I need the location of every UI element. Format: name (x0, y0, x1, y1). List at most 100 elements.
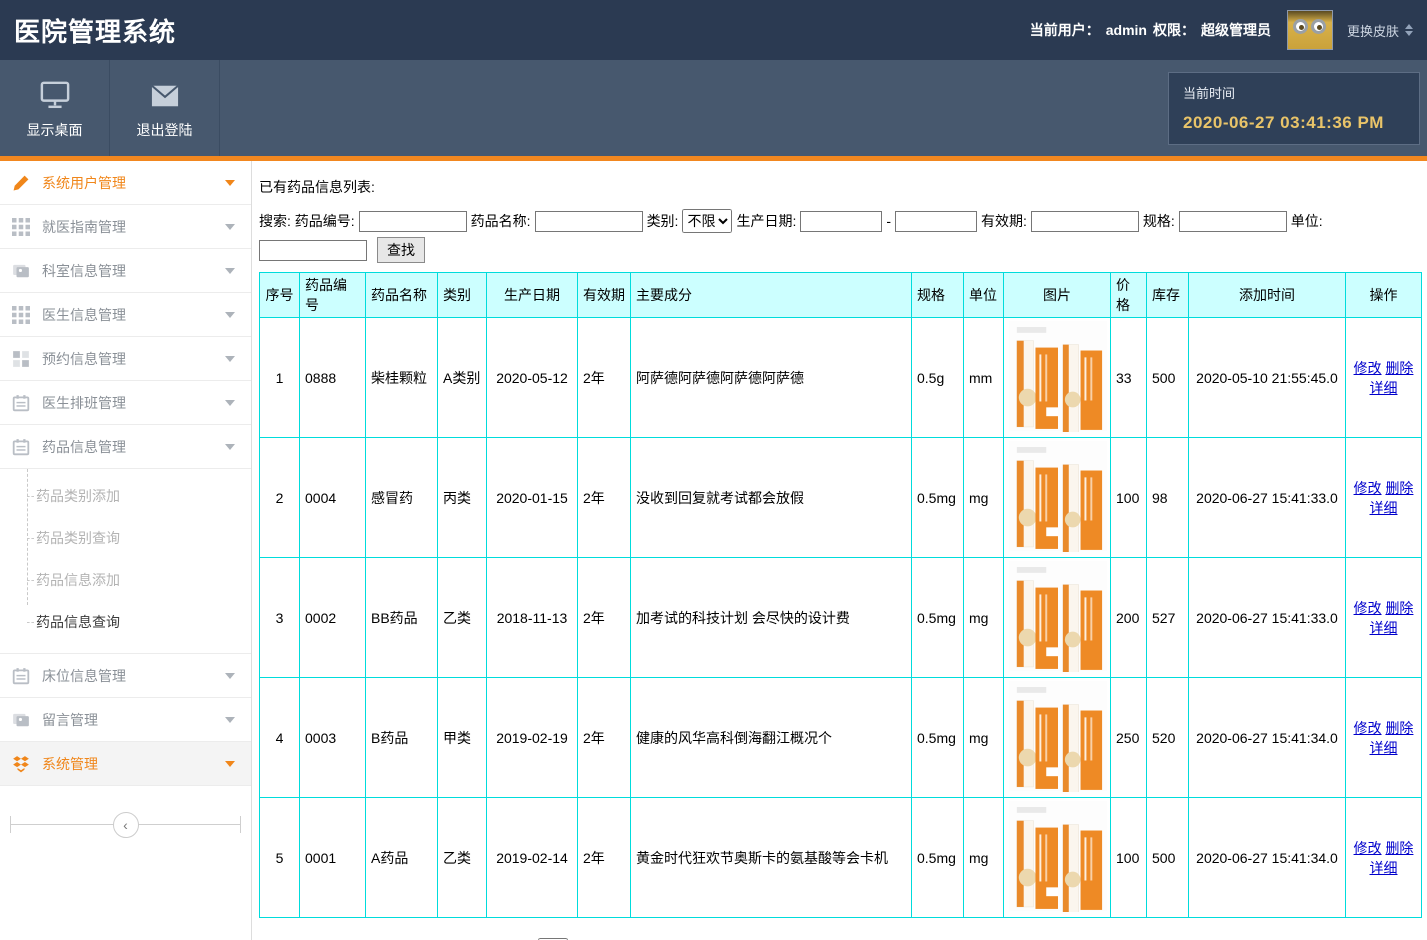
cell-name: A药品 (366, 798, 438, 918)
spec-label: 规格: (1143, 211, 1175, 231)
drug-photo-cell (1004, 678, 1111, 798)
cell-no: 5 (260, 798, 300, 918)
prod-date-to-input[interactable] (895, 211, 977, 232)
edit-link[interactable]: 修改 (1354, 600, 1382, 616)
sidebar-item-9[interactable]: 系统管理 (0, 742, 251, 786)
detail-link[interactable]: 详细 (1370, 860, 1398, 876)
edit-link[interactable]: 修改 (1354, 840, 1382, 856)
detail-link[interactable]: 详细 (1370, 500, 1398, 516)
category-select[interactable]: 不限 (682, 209, 732, 233)
sidebar-item-3[interactable]: 医生信息管理 (0, 293, 251, 337)
drug-name-label: 药品名称: (471, 211, 531, 231)
delete-link[interactable]: 删除 (1385, 840, 1413, 856)
sidebar: 系统用户管理就医指南管理科室信息管理医生信息管理预约信息管理医生排班管理药品信息… (0, 161, 252, 940)
sidebar-item-6[interactable]: 药品信息管理 (0, 425, 251, 469)
cell-unit: mg (964, 678, 1004, 798)
cell-added: 2020-06-27 15:41:34.0 (1189, 798, 1346, 918)
sidebar-item-4[interactable]: 预约信息管理 (0, 337, 251, 381)
chevron-down-icon (225, 717, 235, 723)
user-info: 当前用户：admin 权限：超级管理员 更换皮肤 (1030, 10, 1413, 50)
cell-prod_date: 2019-02-14 (487, 798, 578, 918)
cell-stock: 500 (1147, 798, 1189, 918)
cell-category: 甲类 (438, 678, 487, 798)
edit-link[interactable]: 修改 (1354, 720, 1382, 736)
show-desktop-button[interactable]: 显示桌面 (0, 60, 110, 156)
sidebar-subitem-3[interactable]: 药品信息查询 (0, 601, 251, 643)
chevron-down-icon (225, 761, 235, 767)
detail-link[interactable]: 详细 (1370, 380, 1398, 396)
drug-name-input[interactable] (535, 211, 643, 232)
time-value: 2020-06-27 03:41:36 PM (1183, 113, 1405, 133)
row-actions-cell: 修改 删除 详细 (1346, 318, 1422, 438)
sidebar-subitem-1[interactable]: 药品类别查询 (0, 517, 251, 559)
table-row: 20004感冒药丙类2020-01-152年没收到回复就考试都会放假0.5mgm… (260, 438, 1422, 558)
column-header: 主要成分 (631, 273, 912, 318)
change-skin-button[interactable]: 更换皮肤 (1347, 21, 1413, 40)
sidebar-item-label: 系统用户管理 (42, 173, 126, 193)
delete-link[interactable]: 删除 (1385, 480, 1413, 496)
column-header: 类别 (438, 273, 487, 318)
chevron-down-icon (225, 356, 235, 362)
table-row: 50001A药品乙类2019-02-142年黄金时代狂欢节奥斯卡的氨基酸等会卡机… (260, 798, 1422, 918)
drug-photo-cell (1004, 558, 1111, 678)
cell-prod_date: 2018-11-13 (487, 558, 578, 678)
sidebar-item-1[interactable]: 就医指南管理 (0, 205, 251, 249)
cell-no: 2 (260, 438, 300, 558)
search-prefix: 搜索: (259, 211, 291, 231)
search-line-1: 搜索: 药品编号: 药品名称: 类别: 不限 生产日期: - 有效期: 规格: … (259, 209, 1427, 233)
sidebar-subitem-2[interactable]: 药品信息添加 (0, 559, 251, 601)
search-area: 搜索: 药品编号: 药品名称: 类别: 不限 生产日期: - 有效期: 规格: … (259, 209, 1427, 263)
cell-price: 100 (1111, 798, 1147, 918)
image-icon (12, 262, 30, 280)
chevron-down-icon (225, 400, 235, 406)
collapse-sidebar-button[interactable]: ‹ (113, 812, 139, 838)
prod-date-from-input[interactable] (800, 211, 882, 232)
column-header: 有效期 (578, 273, 631, 318)
drug-photo-image (1009, 419, 1107, 435)
sidebar-subitem-0[interactable]: 药品类别添加 (0, 475, 251, 517)
cell-no: 1 (260, 318, 300, 438)
row-actions-cell: 修改 删除 详细 (1346, 438, 1422, 558)
app-title: 医院管理系统 (14, 12, 176, 49)
sidebar-item-0[interactable]: 系统用户管理 (0, 161, 251, 205)
cell-name: BB药品 (366, 558, 438, 678)
unit-label: 单位: (1291, 211, 1323, 231)
detail-link[interactable]: 详细 (1370, 620, 1398, 636)
edit-link[interactable]: 修改 (1354, 360, 1382, 376)
cell-no: 4 (260, 678, 300, 798)
sidebar-collapse-control: ‹ (10, 812, 241, 838)
sidebar-item-5[interactable]: 医生排班管理 (0, 381, 251, 425)
drug-table: 序号药品编号药品名称类别生产日期有效期主要成分规格单位图片价格库存添加时间操作 … (259, 272, 1422, 918)
cell-spec: 0.5mg (912, 558, 964, 678)
edit-link[interactable]: 修改 (1354, 480, 1382, 496)
delete-link[interactable]: 删除 (1385, 600, 1413, 616)
sidebar-item-7[interactable]: 床位信息管理 (0, 654, 251, 698)
drug-photo-cell (1004, 438, 1111, 558)
logout-button[interactable]: 退出登陆 (110, 60, 220, 156)
date-separator: - (886, 213, 891, 229)
sidebar-item-2[interactable]: 科室信息管理 (0, 249, 251, 293)
sidebar-item-8[interactable]: 留言管理 (0, 698, 251, 742)
role-name: 超级管理员 (1201, 20, 1271, 40)
detail-link[interactable]: 详细 (1370, 740, 1398, 756)
drug-photo-cell (1004, 318, 1111, 438)
delete-link[interactable]: 删除 (1385, 360, 1413, 376)
cell-added: 2020-06-27 15:41:33.0 (1189, 438, 1346, 558)
cell-category: 丙类 (438, 438, 487, 558)
cell-no: 3 (260, 558, 300, 678)
toolbar: 显示桌面 退出登陆 当前时间 2020-06-27 03:41:36 PM (0, 60, 1427, 156)
grid-icon (12, 218, 30, 236)
delete-link[interactable]: 删除 (1385, 720, 1413, 736)
find-button[interactable]: 查找 (377, 237, 425, 263)
unit-input[interactable] (259, 240, 367, 261)
validity-input[interactable] (1031, 211, 1139, 232)
column-header: 规格 (912, 273, 964, 318)
column-header: 添加时间 (1189, 273, 1346, 318)
sidebar-submenu: 药品类别添加药品类别查询药品信息添加药品信息查询 (0, 469, 251, 654)
time-label: 当前时间 (1183, 83, 1405, 102)
spec-input[interactable] (1179, 211, 1287, 232)
cell-code: 0888 (300, 318, 366, 438)
avatar (1287, 10, 1333, 50)
drug-code-input[interactable] (359, 211, 467, 232)
cell-price: 250 (1111, 678, 1147, 798)
